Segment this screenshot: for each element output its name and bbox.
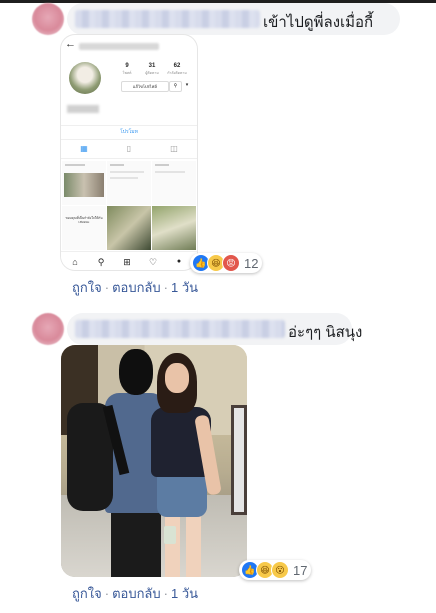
photo-person [111,510,161,577]
ig-edit-profile-button: แก้ไขโปรไฟล์ [121,81,169,92]
ig-grid-post [107,161,151,205]
reply-link[interactable]: ตอบกลับ [112,280,161,295]
ig-stat-posts: 9 โพสต์ [122,63,132,75]
ig-grid-post: ขอบคุณที่เป็นกำลังใจให้กันเสมอนะ [62,206,106,250]
separator: · [163,586,168,601]
timestamp[interactable]: 1 วัน [171,280,198,295]
like-link[interactable]: ถูกใจ [72,586,102,601]
heart-icon: ♡ [148,257,158,267]
photo-attachment[interactable] [61,345,247,577]
comment-actions: ถูกใจ · ตอบกลับ · 1 วัน [72,583,198,604]
instagram-screenshot-attachment[interactable]: ← 9 โพสต์ 31 ผู้ติดตาม 62 กำลังติดตาม แก… [61,35,197,270]
comment-bubble: อ่ะๆๆ นิสนุง [67,313,362,345]
commenter-name-blurred[interactable] [75,10,260,28]
separator: · [104,280,110,295]
divider [61,125,197,126]
add-post-icon: ⊞ [123,257,131,267]
photo-face-redacted [119,349,153,395]
reaction-summary[interactable]: 👍 😆 😮 17 [239,560,312,580]
ig-grid-post [107,206,151,250]
separator: · [163,280,168,295]
commenter-avatar[interactable] [32,313,64,345]
tagged-icon: ◫ [170,144,178,153]
photo-person [165,515,201,577]
separator: · [104,586,110,601]
ig-stat-following: 62 กำลังติดตาม [167,63,187,75]
ig-username-blurred [79,43,159,50]
ig-bio-blurred [67,105,99,113]
ig-header: ← [61,35,197,55]
ig-grid-post [152,161,196,205]
grid-icon: ▦ [80,144,88,153]
commenter-avatar[interactable] [32,3,64,35]
ig-dropdown-icon: ▾ [185,82,189,88]
ig-view-tabs: ▦ ▯ ◫ [61,144,197,156]
photo-person [157,473,207,517]
home-icon: ⌂ [72,257,78,267]
comment-bubble: เข้าไปดูพี่ลงเมื่อกี้ [67,3,400,35]
timestamp[interactable]: 1 วัน [171,586,198,601]
back-arrow-icon: ← [65,38,76,50]
ig-promo-link: โปรโมท [120,129,138,135]
wow-icon: 😮 [271,561,289,579]
photo-person [165,363,189,393]
reply-link[interactable]: ตอบกลับ [112,586,161,601]
comment-text: เข้าไปดูพี่ลงเมื่อกี้ [263,14,374,31]
ig-stat-followers: 31 ผู้ติดตาม [145,63,159,75]
divider [61,158,197,159]
ig-add-person-icon: ⚲ [169,81,182,92]
ig-bottom-nav: ⌂ ⚲ ⊞ ♡ ● [61,251,197,270]
comment-text: อ่ะๆๆ นิสนุง [288,324,363,341]
comment-actions: ถูกใจ · ตอบกลับ · 1 วัน [72,277,198,298]
divider [61,139,197,140]
ig-grid-post [152,206,196,250]
commenter-name-blurred[interactable] [75,320,285,338]
reaction-count: 17 [293,562,308,578]
profile-icon: ● [176,258,182,265]
ig-grid-post [62,161,106,205]
photo-cup [164,526,176,544]
reaction-summary[interactable]: 👍 😆 😡 12 [190,253,263,273]
ig-profile-picture [69,62,101,94]
search-icon: ⚲ [97,257,105,267]
reaction-count: 12 [244,255,259,271]
angry-icon: 😡 [222,254,240,272]
igtv-icon: ▯ [126,144,132,153]
photo-person [231,405,247,515]
like-link[interactable]: ถูกใจ [72,280,102,295]
